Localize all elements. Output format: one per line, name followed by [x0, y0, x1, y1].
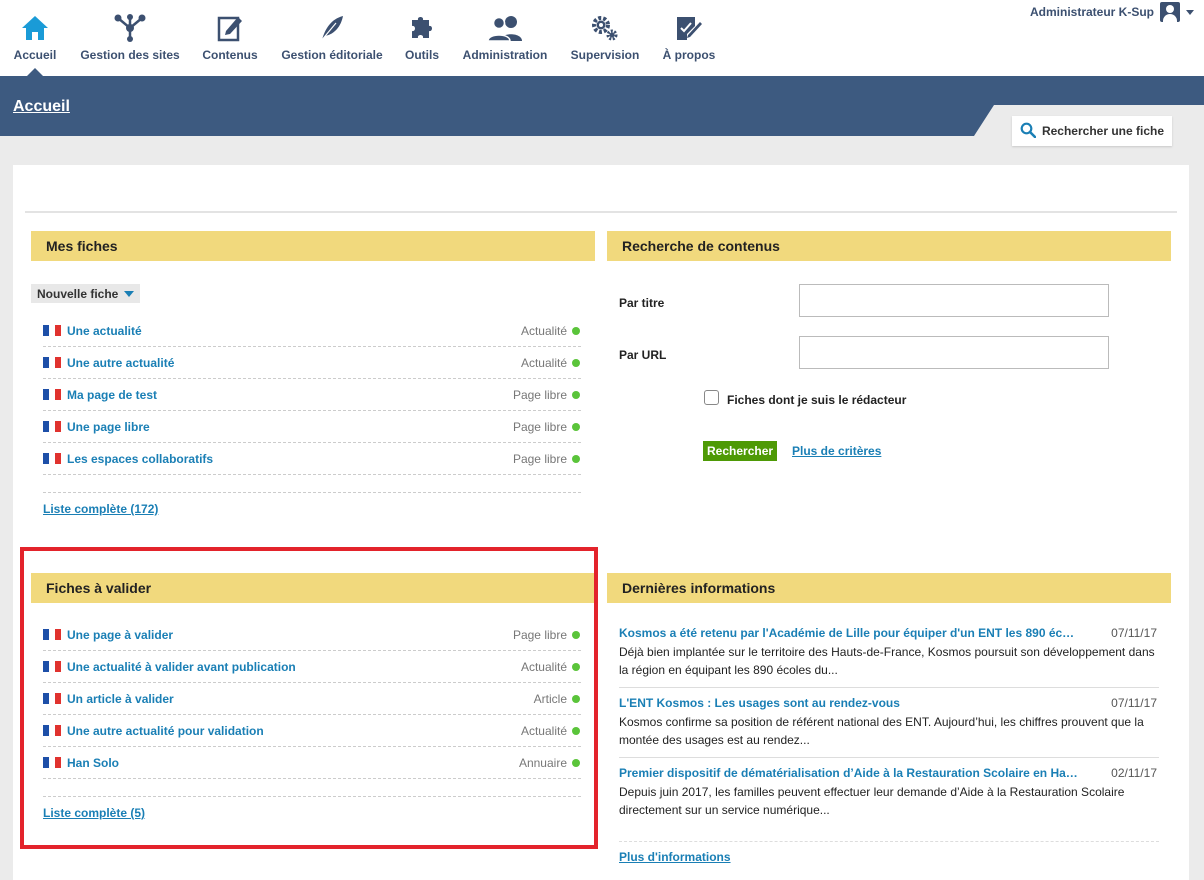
fiche-type: Page libre: [512, 419, 567, 434]
redacteur-checkbox[interactable]: [704, 390, 719, 405]
mes-fiches-list: Une actualité Actualité Une autre actual…: [43, 315, 581, 493]
fiche-link[interactable]: Les espaces collaboratifs: [67, 452, 213, 466]
sitemap-icon: [113, 13, 147, 43]
user-name: Administrateur K-Sup: [1029, 5, 1154, 19]
search-icon: [1020, 122, 1037, 141]
news-excerpt: Kosmos confirme sa position de référent …: [619, 715, 1144, 747]
list-item: Les espaces collaboratifs Page libre: [43, 443, 581, 475]
mes-fiches-full-list-link[interactable]: Liste complète (172): [43, 502, 158, 516]
fiche-type: Actualité: [520, 323, 567, 338]
edit-icon: [217, 13, 243, 43]
status-online-icon: [572, 454, 580, 463]
fiche-type: Actualité: [520, 355, 567, 370]
active-nav-pointer: [27, 68, 43, 76]
nav-item-gestion-des-sites[interactable]: Gestion des sites: [80, 0, 180, 76]
news-item: L'ENT Kosmos : Les usages sont au rendez…: [619, 688, 1159, 758]
nav-item-supervision[interactable]: Supervision: [570, 0, 640, 76]
list-item: Ma page de test Page libre: [43, 379, 581, 411]
news-item: Kosmos a été retenu par l'Académie de Li…: [619, 618, 1159, 688]
par-titre-input[interactable]: [799, 284, 1109, 317]
french-flag-icon: [43, 389, 61, 400]
list-spacer: [43, 475, 581, 493]
user-menu[interactable]: Administrateur K-Sup: [1030, 2, 1194, 22]
french-flag-icon: [43, 325, 61, 336]
feather-icon: [319, 13, 345, 43]
fiche-link[interactable]: Une autre actualité: [67, 356, 174, 370]
news-excerpt: Déjà bien implantée sur le territoire de…: [619, 645, 1155, 677]
gears-icon: [590, 13, 620, 43]
nav-item-administration[interactable]: Administration: [462, 0, 548, 76]
news-item: Premier dispositif de dématérialisation …: [619, 758, 1159, 842]
home-icon: [21, 13, 49, 43]
nav-item-contenus[interactable]: Contenus: [202, 0, 258, 76]
plus-d-informations-link[interactable]: Plus d'informations: [619, 850, 731, 864]
par-url-label: Par URL: [619, 348, 667, 362]
news-title-link[interactable]: L'ENT Kosmos : Les usages sont au rendez…: [619, 696, 1079, 710]
news-title-link[interactable]: Kosmos a été retenu par l'Académie de Li…: [619, 626, 1079, 640]
list-item: Une page libre Page libre: [43, 411, 581, 443]
status-online-icon: [572, 422, 580, 431]
status-online-icon: [572, 326, 580, 335]
french-flag-icon: [43, 357, 61, 368]
status-online-icon: [572, 358, 580, 367]
about-icon: [675, 13, 703, 43]
fiche-type: Page libre: [512, 387, 567, 402]
list-item: Une autre actualité Actualité: [43, 347, 581, 379]
dropdown-arrow-icon: [124, 290, 135, 297]
fiche-link[interactable]: Une page libre: [67, 420, 150, 434]
nav-item-outils[interactable]: Outils: [405, 0, 439, 76]
news-date: 02/11/17: [1111, 766, 1157, 780]
search-fiche-button[interactable]: Rechercher une fiche: [1011, 116, 1172, 146]
dernieres-informations-header: Dernières informations: [607, 573, 1171, 603]
nouvelle-fiche-button[interactable]: Nouvelle fiche: [31, 284, 141, 303]
news-date: 07/11/17: [1111, 626, 1157, 640]
highlight-box: [20, 547, 598, 849]
list-item: Une actualité Actualité: [43, 315, 581, 347]
news-excerpt: Depuis juin 2017, les familles peuvent e…: [619, 785, 1125, 817]
nav-item-accueil[interactable]: Accueil: [12, 0, 58, 76]
avatar-icon: [1160, 2, 1180, 22]
rechercher-button[interactable]: Rechercher: [703, 441, 778, 461]
news-title-link[interactable]: Premier dispositif de dématérialisation …: [619, 766, 1079, 780]
par-titre-label: Par titre: [619, 296, 665, 310]
chevron-down-icon: [1186, 9, 1194, 15]
french-flag-icon: [43, 421, 61, 432]
nav-item-gestion-editoriale[interactable]: Gestion éditoriale: [281, 0, 383, 76]
divider: [25, 211, 1177, 213]
page-title[interactable]: Accueil: [13, 98, 70, 116]
nav-item-a-propos[interactable]: À propos: [662, 0, 716, 76]
fiche-link[interactable]: Une actualité: [67, 324, 142, 338]
status-online-icon: [572, 390, 580, 399]
puzzle-icon: [409, 13, 435, 43]
news-date: 07/11/17: [1111, 696, 1157, 710]
par-url-input[interactable]: [799, 336, 1109, 369]
fiche-link[interactable]: Ma page de test: [67, 388, 157, 402]
redacteur-checkbox-label: Fiches dont je suis le rédacteur: [727, 393, 907, 407]
top-navigation: Accueil Gestion des sites Contenus Gesti…: [0, 0, 1204, 76]
news-list: Kosmos a été retenu par l'Académie de Li…: [619, 618, 1159, 842]
plus-de-criteres-link[interactable]: Plus de critères: [792, 444, 881, 458]
mes-fiches-header: Mes fiches: [31, 231, 595, 261]
french-flag-icon: [43, 453, 61, 464]
recherche-header: Recherche de contenus: [607, 231, 1171, 261]
fiche-type: Page libre: [512, 451, 567, 466]
users-icon: [486, 13, 524, 43]
